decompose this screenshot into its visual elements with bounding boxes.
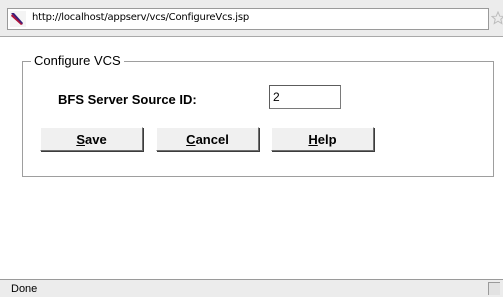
star-icon[interactable]: [490, 10, 503, 25]
resize-grip[interactable]: [488, 282, 500, 295]
cancel-accesskey: C: [186, 131, 196, 147]
address-bar[interactable]: http://localhost/appserv/vcs/ConfigureVc…: [7, 8, 489, 30]
cancel-button[interactable]: Cancel: [156, 127, 259, 151]
address-url: http://localhost/appserv/vcs/ConfigureVc…: [32, 12, 250, 23]
help-button[interactable]: Help: [271, 127, 374, 151]
status-text: Done: [11, 283, 38, 295]
configure-vcs-group: [22, 61, 494, 177]
feather-icon: [10, 11, 26, 27]
help-accesskey: H: [308, 131, 318, 147]
save-accesskey: S: [76, 131, 85, 147]
help-label-rest: elp: [317, 131, 337, 147]
save-button[interactable]: Save: [40, 127, 143, 151]
group-legend: Configure VCS: [31, 53, 124, 69]
location-toolbar: http://localhost/appserv/vcs/ConfigureVc…: [0, 0, 503, 37]
status-bar: Done: [0, 279, 503, 297]
source-id-label: BFS Server Source ID:: [58, 92, 197, 107]
save-label-rest: ave: [84, 131, 107, 147]
cancel-label-rest: ancel: [195, 131, 229, 147]
source-id-input[interactable]: [269, 85, 341, 109]
